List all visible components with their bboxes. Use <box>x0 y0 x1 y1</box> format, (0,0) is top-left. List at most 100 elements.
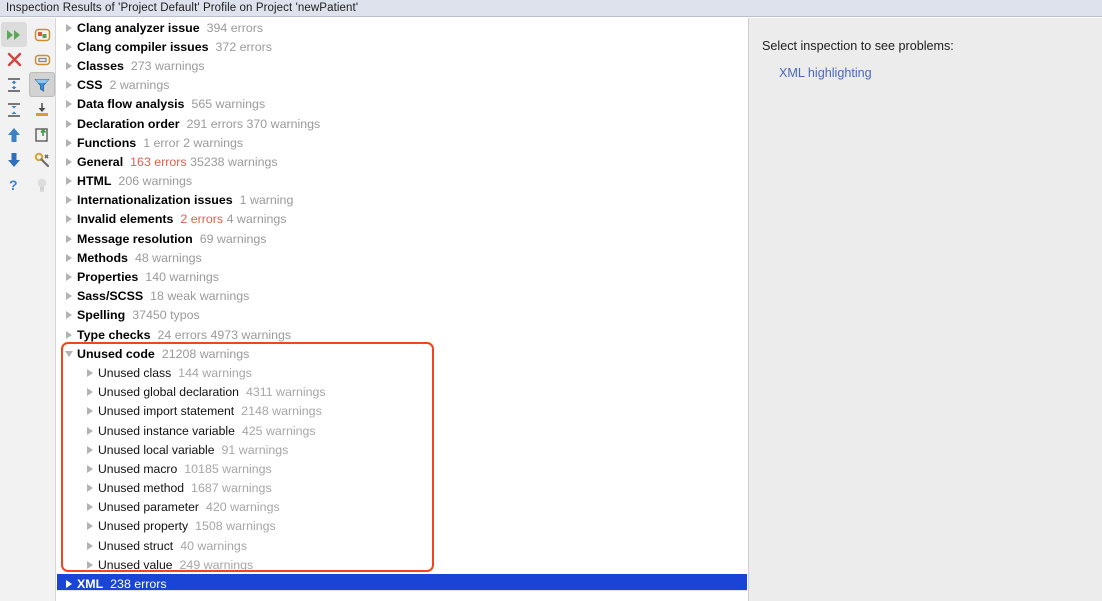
tree-row[interactable]: Functions 1 error 2 warnings <box>57 133 747 152</box>
chevron-right-icon[interactable] <box>61 76 77 95</box>
tree-row-counts: 37450 typos <box>132 308 200 323</box>
tree-row[interactable]: Unused struct 40 warnings <box>57 536 747 555</box>
tree-row-counts: 40 warnings <box>180 538 248 553</box>
chevron-right-icon[interactable] <box>82 459 98 478</box>
chevron-right-icon[interactable] <box>82 421 98 440</box>
chevron-right-icon[interactable] <box>61 210 77 229</box>
inspection-results-tree[interactable]: Clang analyzer issue 394 errors Clang comp… <box>57 18 747 601</box>
group-by-severity-icon[interactable] <box>29 22 55 47</box>
group-by-directory-icon[interactable] <box>29 47 55 72</box>
chevron-right-icon[interactable] <box>61 191 77 210</box>
tree-row-label: Unused macro <box>98 461 178 476</box>
tree-row[interactable]: General 163 errors 35238 warnings <box>57 152 747 171</box>
tree-row[interactable]: Unused import statement 2148 warnings <box>57 402 747 421</box>
tree-row[interactable]: Declaration order 291 errors 370 warnings <box>57 114 747 133</box>
export-to-file-icon[interactable] <box>29 122 55 147</box>
tree-row[interactable]: Message resolution 69 warnings <box>57 229 747 248</box>
chevron-right-icon[interactable] <box>82 440 98 459</box>
tree-row[interactable]: Methods 48 warnings <box>57 248 747 267</box>
disclosure-triangle <box>87 522 93 531</box>
chevron-right-icon[interactable] <box>82 517 98 536</box>
tree-row[interactable]: Unused code 21208 warnings <box>57 344 747 363</box>
tree-row-counts: 4311 warnings <box>245 385 326 400</box>
expand-all-icon[interactable] <box>1 72 27 97</box>
disclosure-triangle <box>87 464 93 473</box>
tree-row[interactable]: Data flow analysis 565 warnings <box>57 95 747 114</box>
collapse-all-icon[interactable] <box>1 97 27 122</box>
tree-row-label: Invalid elements <box>77 212 174 227</box>
chevron-right-icon[interactable] <box>61 306 77 325</box>
disclosure-triangle <box>66 42 72 51</box>
tree-row[interactable]: Unused value 249 warnings <box>57 555 747 574</box>
tree-row[interactable]: Clang compiler issues 372 errors <box>57 37 747 56</box>
chevron-right-icon[interactable] <box>61 229 77 248</box>
tree-row[interactable]: Sass/SCSS 18 weak warnings <box>57 287 747 306</box>
tree-row[interactable]: Type checks 24 errors 4973 warnings <box>57 325 747 344</box>
tree-row-label: Unused local variable <box>98 442 215 457</box>
chevron-right-icon[interactable] <box>61 325 77 344</box>
chevron-right-icon[interactable] <box>82 363 98 382</box>
disclosure-triangle <box>66 157 72 166</box>
disclosure-triangle <box>66 273 72 282</box>
tree-row[interactable]: Unused property 1508 warnings <box>57 517 747 536</box>
chevron-right-icon[interactable] <box>61 152 77 171</box>
chevron-down-icon[interactable] <box>61 344 77 363</box>
rerun-inspection-icon[interactable] <box>1 22 27 47</box>
chevron-right-icon[interactable] <box>82 555 98 574</box>
tree-row-label: Unused import statement <box>98 404 235 419</box>
tree-row[interactable]: Unused global declaration 4311 warnings <box>57 383 747 402</box>
chevron-right-icon[interactable] <box>82 402 98 421</box>
disclosure-triangle <box>87 445 93 454</box>
tree-row[interactable]: Unused method 1687 warnings <box>57 479 747 498</box>
chevron-right-icon[interactable] <box>61 133 77 152</box>
tree-row-counts: 24 errors 4973 warnings <box>157 327 292 342</box>
tree-row[interactable]: Unused instance variable 425 warnings <box>57 421 747 440</box>
chevron-right-icon[interactable] <box>61 56 77 75</box>
inspection-results-window: Inspection Results of 'Project Default' … <box>0 0 1102 601</box>
xml-highlighting-link[interactable]: XML highlighting <box>779 66 872 80</box>
disclosure-triangle <box>65 350 73 357</box>
tree-row[interactable]: Invalid elements 2 errors 4 warnings <box>57 210 747 229</box>
window-title: Inspection Results of 'Project Default' … <box>6 2 359 14</box>
tree-row[interactable]: Unused class 144 warnings <box>57 363 747 382</box>
next-problem-icon[interactable] <box>1 147 27 172</box>
help-icon[interactable]: ? <box>1 172 27 197</box>
tree-row-counts: 1687 warnings <box>191 481 272 496</box>
chevron-right-icon[interactable] <box>82 383 98 402</box>
previous-problem-icon[interactable] <box>1 122 27 147</box>
tree-row[interactable]: Unused local variable 91 warnings <box>57 440 747 459</box>
tree-row[interactable]: Unused parameter 420 warnings <box>57 498 747 517</box>
settings-icon[interactable] <box>29 147 55 172</box>
chevron-right-icon[interactable] <box>61 18 77 37</box>
chevron-right-icon[interactable] <box>61 95 77 114</box>
tree-row[interactable]: Classes 273 warnings <box>57 56 747 75</box>
tree-row[interactable]: Clang analyzer issue 394 errors <box>57 18 747 37</box>
export-icon[interactable] <box>29 97 55 122</box>
tree-row-counts: 2148 warnings <box>241 404 322 419</box>
tree-row[interactable]: Unused macro 10185 warnings <box>57 459 747 478</box>
chevron-right-icon[interactable] <box>61 37 77 56</box>
tree-row-counts: 18 weak warnings <box>150 289 250 304</box>
chevron-right-icon[interactable] <box>61 172 77 191</box>
chevron-right-icon[interactable] <box>82 498 98 517</box>
tree-row[interactable]: Spelling 37450 typos <box>57 306 747 325</box>
toolbar-left-column: ? <box>1 22 28 197</box>
tree-row-label: Declaration order <box>77 116 180 131</box>
chevron-right-icon[interactable] <box>61 114 77 133</box>
tree-row[interactable]: Internationalization issues 1 warning <box>57 191 747 210</box>
filter-icon[interactable] <box>29 72 55 97</box>
chevron-right-icon[interactable] <box>82 479 98 498</box>
tree-row-label: Unused struct <box>98 538 174 553</box>
chevron-right-icon[interactable] <box>61 287 77 306</box>
disclosure-triangle <box>66 580 72 589</box>
tree-row-label: General <box>77 154 124 169</box>
close-icon[interactable] <box>1 47 27 72</box>
disclosure-triangle <box>87 560 93 569</box>
tree-row-counts: 372 errors <box>215 39 273 54</box>
chevron-right-icon[interactable] <box>61 268 77 287</box>
tree-row[interactable]: Properties 140 warnings <box>57 267 747 286</box>
tree-row[interactable]: HTML 206 warnings <box>57 172 747 191</box>
tree-row[interactable]: CSS 2 warnings <box>57 76 747 95</box>
chevron-right-icon[interactable] <box>61 248 77 267</box>
chevron-right-icon[interactable] <box>82 536 98 555</box>
